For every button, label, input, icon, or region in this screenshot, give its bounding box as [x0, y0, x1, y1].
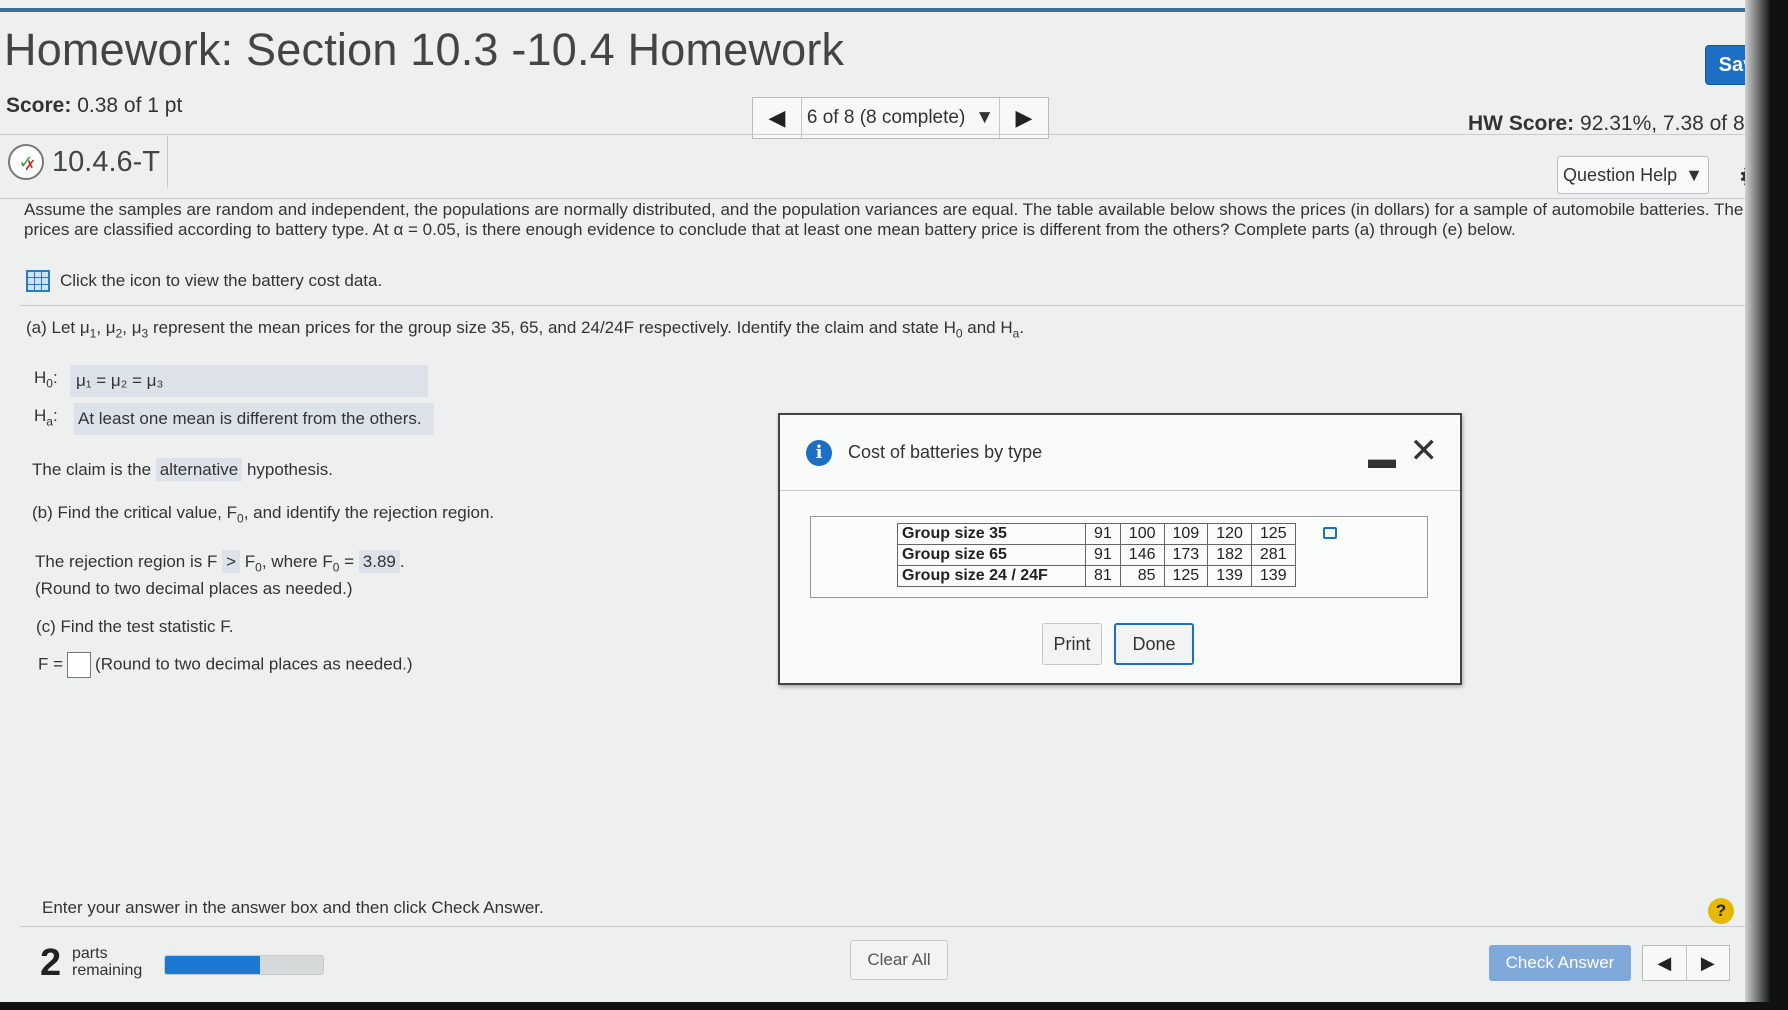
table-cell: 81 [1085, 565, 1121, 587]
question-help-button[interactable]: Question Help ▼ [1557, 156, 1709, 194]
question-id-box: ✓ ✗ 10.4.6-T [0, 136, 168, 188]
dialog-title: Cost of batteries by type [848, 442, 1043, 462]
battery-cost-table: Group size 35 91 100 109 120 125 Group s… [897, 523, 1296, 587]
claim-statement: The claim is the alternative hypothesis. [32, 458, 333, 481]
f-statistic-row: F = (Round to two decimal places as neede… [38, 652, 413, 678]
clear-all-button[interactable]: Clear All [850, 940, 948, 980]
table-cell: 91 [1085, 544, 1121, 566]
help-icon[interactable]: ? [1708, 898, 1734, 924]
header-divider [0, 134, 1788, 135]
minimize-icon[interactable]: ▬ [1368, 443, 1396, 475]
table-row: Group size 65 91 146 173 182 281 [897, 544, 1296, 566]
rejection-prefix: The rejection region is F [35, 552, 218, 571]
dialog-header: i Cost of batteries by type [780, 415, 1460, 491]
check-answer-button[interactable]: Check Answer [1489, 945, 1631, 981]
question-help-label: Question Help [1563, 164, 1678, 185]
footer-divider [20, 926, 1750, 927]
table-cell: 91 [1085, 523, 1121, 545]
battery-data-dialog: i Cost of batteries by type ▬ ✕ Group si… [778, 413, 1462, 685]
table-cell: 125 [1163, 565, 1209, 587]
ha-label: Ha: [34, 406, 58, 429]
row-label: Group size 24 / 24F [897, 565, 1086, 587]
battery-table-container: Group size 35 91 100 109 120 125 Group s… [810, 516, 1428, 598]
round-note: (Round to two decimal places as needed.) [35, 579, 353, 598]
top-accent-bar [0, 0, 1788, 12]
done-button[interactable]: Done [1114, 623, 1194, 665]
part-a-prefix: (a) Let μ [26, 318, 90, 337]
next-question-button[interactable]: ▶ [1000, 98, 1048, 138]
table-cell: 120 [1207, 523, 1252, 545]
row-label: Group size 35 [897, 523, 1086, 545]
table-cell: 182 [1207, 544, 1252, 566]
question-select-dropdown[interactable]: 6 of 8 (8 complete) ▼ [801, 98, 1000, 138]
claim-suffix: hypothesis. [246, 460, 333, 479]
table-cell: 109 [1163, 523, 1209, 545]
table-cell: 139 [1207, 565, 1252, 587]
table-row: Group size 35 91 100 109 120 125 [897, 523, 1296, 545]
monitor-bezel-right [1745, 0, 1788, 1010]
part-b-prompt: (b) Find the critical value, F0, and ide… [32, 503, 495, 526]
progress-fill [165, 956, 260, 974]
previous-button[interactable]: ◀ [1643, 946, 1686, 980]
f-round-note: (Round to two decimal places as needed.) [95, 654, 413, 674]
parts-remaining-label: parts remaining [72, 945, 143, 979]
part-a-prompt: (a) Let μ1, μ2, μ3 represent the mean pr… [26, 318, 1025, 341]
ha-answer: At least one mean is different from the … [78, 409, 422, 428]
table-cell: 85 [1119, 565, 1165, 587]
table-cell: 139 [1250, 565, 1296, 587]
page-title: Homework: Section 10.3 -10.4 Homework [4, 24, 845, 75]
h0-answer: μ₁ = μ₂ = μ₃ [76, 371, 164, 390]
part-c-prompt: (c) Find the test statistic F. [36, 617, 234, 636]
claim-answer[interactable]: alternative [155, 458, 243, 481]
dropdown-caret-icon: ▼ [1685, 164, 1703, 185]
partial-credit-icon: ✓ ✗ [8, 144, 44, 180]
question-intro: Assume the samples are random and indepe… [24, 200, 1744, 239]
right-triangle-icon: ▶ [1015, 105, 1033, 130]
previous-question-button[interactable]: ◀ [753, 98, 801, 138]
print-button[interactable]: Print [1042, 623, 1102, 665]
question-content: Assume the samples are random and indepe… [24, 200, 1778, 240]
table-row: Group size 24 / 24F 81 85 125 139 139 [897, 565, 1296, 587]
table-cell: 100 [1119, 523, 1165, 545]
question-divider [0, 198, 1788, 199]
monitor-bezel-bottom [0, 1002, 1788, 1010]
info-icon: i [806, 439, 832, 466]
f-statistic-input[interactable] [67, 652, 92, 678]
h0-label: H0: [34, 368, 58, 391]
score-label: Score: [6, 94, 72, 117]
hw-score-display: HW Score: 92.31%, 7.38 of 8 pts [1468, 112, 1779, 136]
table-grid-icon[interactable] [26, 270, 50, 292]
answer-instruction: Enter your answer in the answer box and … [42, 898, 544, 917]
close-icon[interactable]: ✕ [1410, 431, 1439, 471]
question-id: 10.4.6-T [52, 145, 160, 178]
table-cell: 125 [1250, 523, 1296, 545]
score-value: 0.38 of 1 pt [77, 94, 183, 117]
question-position-text: 6 of 8 (8 complete) [806, 107, 966, 128]
ha-answer-box[interactable]: At least one mean is different from the … [74, 403, 434, 435]
parts-progress-bar [164, 955, 324, 975]
score-display: Score: 0.38 of 1 pt [6, 94, 182, 118]
next-button[interactable]: ▶ [1685, 946, 1730, 980]
battery-data-link[interactable]: Click the icon to view the battery cost … [26, 270, 382, 292]
left-triangle-icon: ◀ [768, 105, 786, 130]
table-cell: 146 [1119, 544, 1165, 566]
h0-answer-box[interactable]: μ₁ = μ₂ = μ₃ [70, 365, 428, 397]
row-label: Group size 65 [897, 544, 1086, 566]
table-cell: 281 [1250, 544, 1296, 566]
table-cell: 173 [1163, 544, 1209, 566]
f-label: F = [38, 654, 64, 674]
question-navigator: ◀ 6 of 8 (8 complete) ▼ ▶ [752, 97, 1049, 139]
rejection-operator[interactable]: > [222, 550, 241, 573]
part-a-text: represent the mean prices for the group … [152, 318, 956, 337]
hw-score-label: HW Score: [1468, 112, 1575, 135]
parts-remaining-count: 2 [40, 942, 62, 984]
claim-prefix: The claim is the [32, 460, 152, 479]
critical-value-answer[interactable]: 3.89 [358, 550, 400, 573]
data-link-text: Click the icon to view the battery cost … [60, 271, 383, 290]
rejection-region-statement: The rejection region is F > F0, where F0… [35, 550, 405, 575]
question-pager: ◀ ▶ [1642, 945, 1730, 981]
part-divider [20, 305, 1750, 306]
copy-table-icon[interactable] [1323, 527, 1337, 539]
dropdown-caret-icon: ▼ [975, 107, 995, 128]
